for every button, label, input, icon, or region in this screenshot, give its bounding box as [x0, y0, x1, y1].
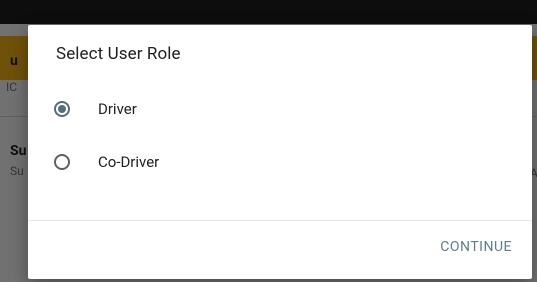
radio-unselected-icon[interactable] [54, 154, 70, 170]
select-user-role-dialog: Select User Role Driver Co-Driver CONTIN… [28, 25, 532, 279]
dialog-title: Select User Role [56, 44, 181, 64]
radio-option-driver[interactable]: Driver [54, 94, 354, 124]
dialog-divider [28, 220, 532, 221]
radio-option-label: Co-Driver [98, 153, 160, 171]
radio-option-co-driver[interactable]: Co-Driver [54, 147, 354, 177]
continue-button[interactable]: CONTINUE [440, 239, 512, 255]
radio-selected-icon[interactable] [54, 101, 70, 117]
radio-option-label: Driver [98, 100, 137, 118]
